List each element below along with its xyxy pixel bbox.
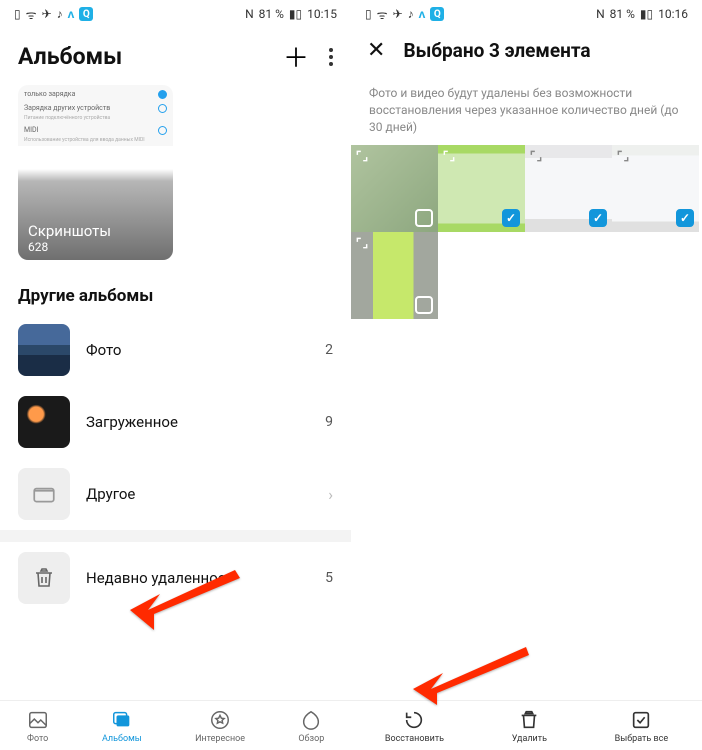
page-title: Альбомы: [18, 43, 122, 70]
clock: 10:15: [307, 7, 337, 21]
deletion-notice: Фото и видео будут удалены без возможнос…: [351, 69, 702, 145]
nav-albums[interactable]: Альбомы: [102, 709, 142, 744]
photo-cell[interactable]: [525, 145, 612, 232]
selection-title: Выбрано 3 элемента: [403, 39, 590, 62]
album-row-downloaded[interactable]: Загруженное 9: [18, 386, 333, 458]
chevron-right-icon: ›: [328, 485, 333, 504]
checkbox-checked[interactable]: [676, 209, 694, 227]
photo-cell[interactable]: [351, 232, 438, 319]
battery-icon: ▮▯: [640, 7, 653, 21]
checkbox-checked[interactable]: [502, 209, 520, 227]
album-row-photo[interactable]: Фото 2: [18, 314, 333, 386]
section-other-albums: Другие альбомы: [0, 260, 351, 314]
expand-icon: [442, 149, 456, 163]
battery-icon: ▮▯: [289, 7, 302, 21]
nav-photo[interactable]: Фото: [27, 709, 49, 744]
nfc-icon: N: [596, 7, 605, 21]
app-icon: ᴧ: [68, 7, 75, 21]
radio-icon: [158, 126, 167, 135]
expand-icon: [616, 149, 630, 163]
radio-icon: [158, 90, 167, 99]
badge-q-icon: Q: [430, 7, 444, 21]
photo-cell[interactable]: [438, 145, 525, 232]
telegram-icon: ✈: [393, 7, 403, 21]
albums-icon: [111, 709, 133, 731]
expand-icon: [529, 149, 543, 163]
nav-overview[interactable]: Обзор: [298, 709, 324, 744]
album-thumb-icon: [18, 324, 70, 376]
app-icon: ᴧ: [419, 7, 426, 21]
expand-icon: [355, 236, 369, 250]
bottom-nav: Фото Альбомы Интересное Обзор: [0, 700, 351, 750]
album-thumb-icon: [18, 396, 70, 448]
tiktok-icon: ♪: [408, 7, 414, 21]
album-title: Скриншоты: [28, 222, 111, 240]
photo-cell[interactable]: [612, 145, 699, 232]
telegram-icon: ✈: [42, 7, 52, 21]
badge-q-icon: Q: [79, 7, 93, 21]
tiktok-icon: ♪: [57, 7, 63, 21]
radio-icon: [158, 104, 167, 113]
wifi-icon: ᯤ: [377, 6, 388, 23]
leaf-icon: [300, 709, 322, 731]
add-album-button[interactable]: ＋: [283, 38, 309, 75]
checkbox[interactable]: [415, 209, 433, 227]
selection-header: ✕ Выбрано 3 элемента: [351, 28, 702, 69]
delete-button[interactable]: Удалить: [512, 709, 547, 744]
sim-icon: ▯: [365, 7, 372, 21]
screen-albums: ▯ ᯤ ✈ ♪ ᴧ Q N 81 % ▮▯ 10:15 Альбомы ＋ то…: [0, 0, 351, 750]
select-all-button[interactable]: Выбрать все: [615, 709, 668, 744]
divider: [0, 530, 351, 542]
deleted-photos-grid: [351, 145, 702, 319]
action-bar: Восстановить Удалить Выбрать все: [351, 700, 702, 750]
battery-percent: 81 %: [259, 7, 284, 21]
album-row-recently-deleted[interactable]: Недавно удаленное 5: [18, 542, 333, 614]
albums-header: Альбомы ＋: [0, 28, 351, 81]
select-all-icon: [630, 709, 652, 731]
restore-icon: [403, 709, 425, 731]
trash-icon: [518, 709, 540, 731]
sim-icon: ▯: [14, 7, 21, 21]
star-icon: [209, 709, 231, 731]
folder-icon: [18, 468, 70, 520]
album-row-other[interactable]: Другое ›: [18, 458, 333, 530]
album-count: 628: [28, 240, 111, 254]
restore-button[interactable]: Восстановить: [385, 709, 444, 744]
wifi-icon: ᯤ: [26, 6, 37, 23]
close-button[interactable]: ✕: [367, 38, 385, 63]
screen-recently-deleted: ▯ ᯤ ✈ ♪ ᴧ Q N 81 % ▮▯ 10:16 ✕ Выбрано 3 …: [351, 0, 702, 750]
expand-icon: [355, 149, 369, 163]
photo-cell[interactable]: [351, 145, 438, 232]
nfc-icon: N: [245, 7, 254, 21]
album-card-screenshots[interactable]: только зарядка Зарядка других устройств …: [18, 85, 173, 260]
checkbox[interactable]: [415, 296, 433, 314]
photo-icon: [27, 709, 49, 731]
status-bar: ▯ ᯤ ✈ ♪ ᴧ Q N 81 % ▮▯ 10:16: [351, 0, 702, 28]
trash-icon: [18, 552, 70, 604]
status-bar: ▯ ᯤ ✈ ♪ ᴧ Q N 81 % ▮▯ 10:15: [0, 0, 351, 28]
battery-percent: 81 %: [610, 7, 635, 21]
clock: 10:16: [658, 7, 688, 21]
more-menu-button[interactable]: [329, 48, 333, 66]
checkbox-checked[interactable]: [589, 209, 607, 227]
nav-interesting[interactable]: Интересное: [195, 709, 245, 744]
